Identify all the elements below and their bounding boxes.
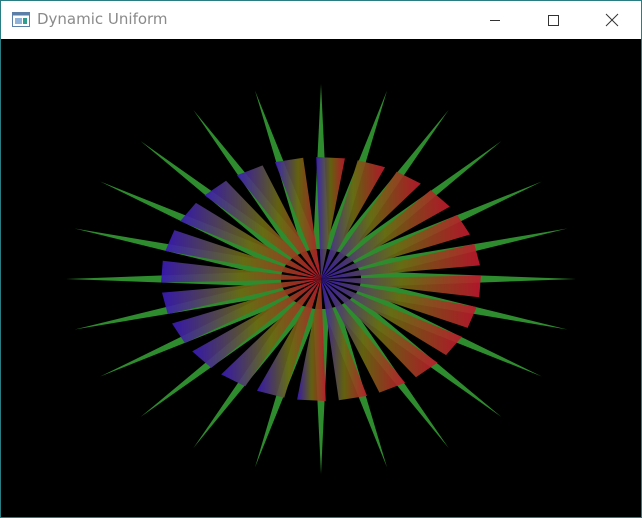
maximize-icon xyxy=(547,14,559,26)
maximize-button[interactable] xyxy=(524,1,582,39)
title-bar[interactable]: Dynamic Uniform xyxy=(1,1,641,39)
render-viewport[interactable] xyxy=(1,39,641,517)
close-button[interactable] xyxy=(583,1,641,39)
app-icon xyxy=(12,12,30,27)
minimize-icon xyxy=(489,14,501,26)
window-title: Dynamic Uniform xyxy=(37,10,168,28)
app-window: Dynamic Uniform xyxy=(0,0,642,518)
blade-layer xyxy=(161,157,481,401)
close-icon xyxy=(605,13,619,27)
render-canvas xyxy=(1,39,641,517)
minimize-button[interactable] xyxy=(466,1,524,39)
